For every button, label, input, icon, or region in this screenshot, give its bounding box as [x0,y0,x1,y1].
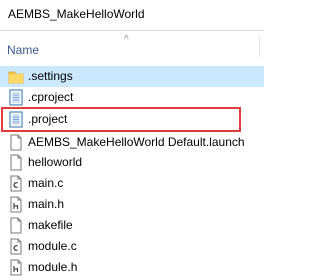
file-name: .settings [28,69,73,83]
header-file-icon [10,259,22,276]
file-row-makefile[interactable]: makefile [0,215,264,236]
blank-file-icon [10,154,22,171]
sort-ascending-icon[interactable]: ^ [124,34,129,45]
c-source-file-icon [10,175,22,192]
file-row-launch[interactable]: AEMBS_MakeHelloWorld Default.launch [0,132,264,153]
file-name: AEMBS_MakeHelloWorld Default.launch [28,135,245,149]
file-name: module.c [28,239,77,253]
window-title: AEMBS_MakeHelloWorld [8,7,145,21]
file-row-settings[interactable]: .settings [0,66,264,87]
file-row-helloworld[interactable]: helloworld [0,152,264,173]
column-divider[interactable] [259,35,260,57]
file-name: makefile [28,218,73,232]
folder-icon [8,71,24,84]
file-name: main.h [28,197,65,211]
file-name: main.c [28,176,64,190]
file-row-module-c[interactable]: module.c [0,236,264,257]
column-name-label[interactable]: Name [7,43,39,57]
blank-file-icon [10,134,22,151]
file-row-module-h[interactable]: module.h [0,257,264,278]
document-icon [9,89,23,106]
column-header[interactable]: ^ Name [0,31,264,60]
header-file-icon [10,196,22,213]
file-name: .cproject [28,90,74,104]
file-row-main-c[interactable]: main.c [0,173,264,194]
highlight-box [1,107,241,132]
file-row-main-h[interactable]: main.h [0,194,264,215]
window-titlebar: AEMBS_MakeHelloWorld [0,0,264,31]
file-name: helloworld [28,155,83,169]
file-name: module.h [28,260,78,274]
c-source-file-icon [10,238,22,255]
file-row-cproject[interactable]: .cproject [0,87,264,108]
blank-file-icon [10,217,22,234]
